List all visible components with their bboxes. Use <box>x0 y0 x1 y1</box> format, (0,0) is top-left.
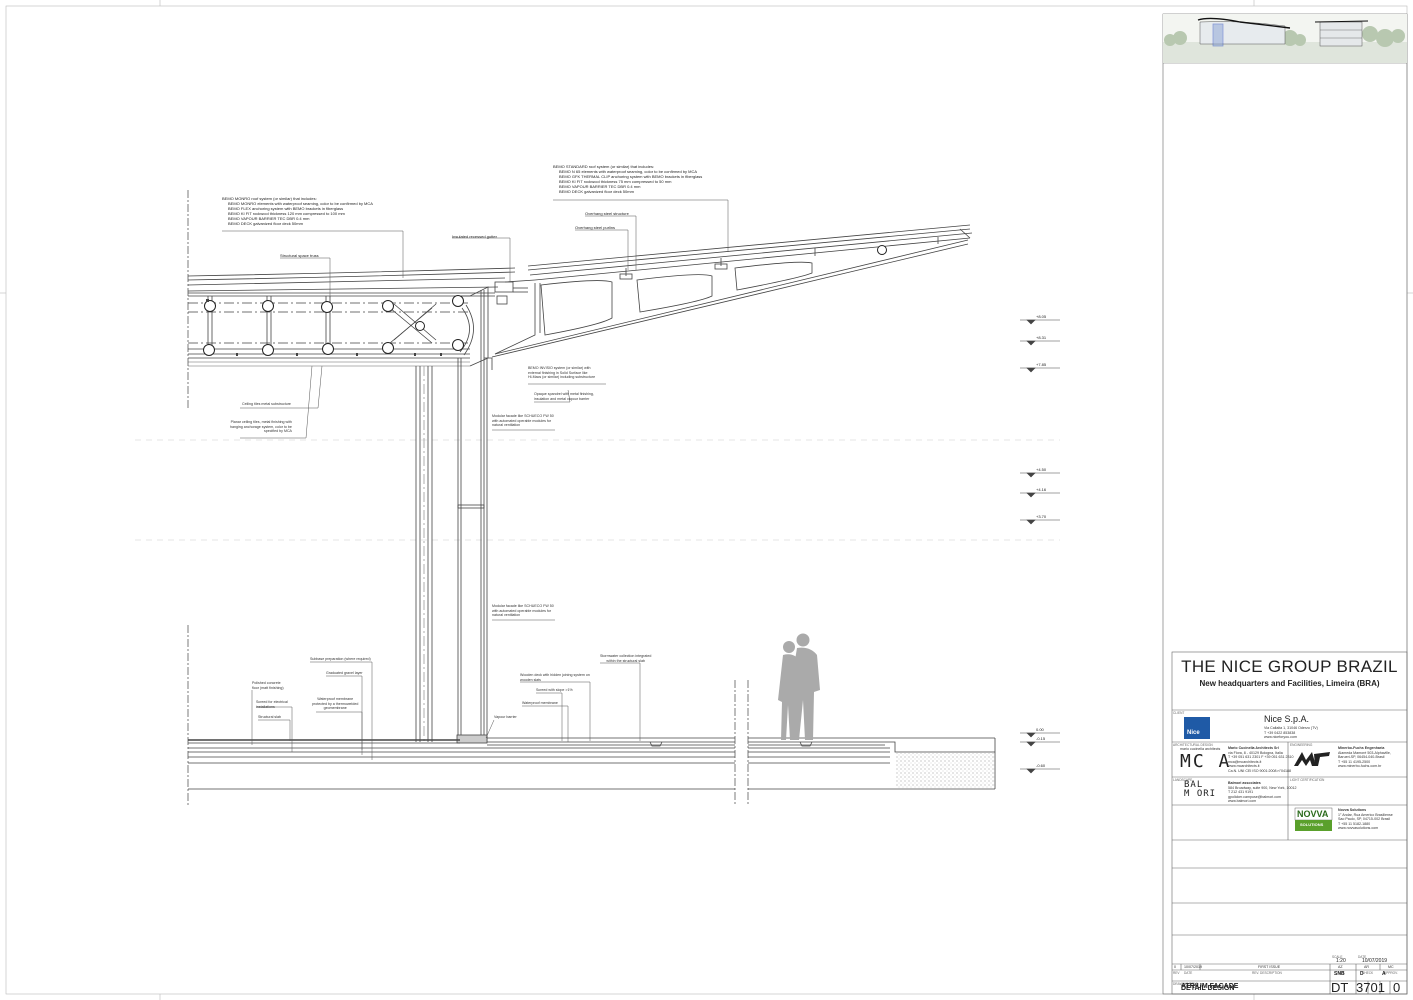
novva-logo-sub: SOLUTIONS <box>1300 822 1324 827</box>
revision-approval: MC <box>1388 965 1394 969</box>
human-silhouettes-icon <box>778 633 820 740</box>
balmori-details: Balmori associates 584 Broadway, suite 9… <box>1228 781 1297 804</box>
title-block-frame <box>1162 13 1408 995</box>
key-plan-thumbnail <box>1163 14 1407 63</box>
level-label: -0.60 <box>1036 763 1046 768</box>
architect-details: Mario Cucinella Architects Srl via Flora… <box>1228 746 1294 773</box>
invisio-note: BEMO INVISIO system (or similar) with ex… <box>528 366 596 380</box>
balmori-logo: BAL M ORI <box>1184 780 1217 799</box>
registration-ticks <box>0 0 1413 1000</box>
code-1: SNB <box>1334 971 1345 977</box>
structural-slab-note: Structural slab <box>258 715 281 719</box>
stormwater-note: Stormwater collection integrated within … <box>600 654 652 663</box>
modular-facade-bottom-note: Modular facade like SCHUECO FW 50 with a… <box>492 604 554 618</box>
engineering-label: ENGINEERING <box>1290 743 1313 747</box>
lighting-label: LIGHT CERTIFICATION <box>1290 778 1325 782</box>
floor-layers <box>188 737 996 790</box>
revision-number: 0 <box>1174 965 1176 969</box>
issue-date: 10/07/2019 <box>1362 958 1388 964</box>
overhang-node <box>877 245 887 255</box>
overhang-roof <box>491 224 973 358</box>
wooden-deck-note: Wooden deck with hidden joining system o… <box>520 673 590 682</box>
membrane-note: Waterproof membrane protected by a therm… <box>312 697 359 711</box>
waterproof-note: Waterproof membrane <box>522 701 558 705</box>
space-truss-note: Structural space truss <box>280 253 319 258</box>
revision-check: AR <box>1364 965 1369 969</box>
level-label: +8.31 <box>1036 335 1047 340</box>
monro-roof-note: BEMO MONRO roof system (or similar) that… <box>222 196 373 226</box>
gutter-note: Insulated recessed gutter <box>452 234 497 239</box>
truss-nodes <box>203 295 464 356</box>
revision-date: 10/07/2019 <box>1184 965 1202 969</box>
level-label: -0.15 <box>1036 736 1046 741</box>
standard-roof-list: BEMO N 65 elements with waterproof seami… <box>559 169 703 194</box>
project-title: THE NICE GROUP BRAZIL <box>1181 657 1398 676</box>
level-label: +8.05 <box>1036 314 1047 319</box>
modular-facade-top-note: Modular facade like SCHUECO FW 50 with a… <box>492 414 554 428</box>
client-address: Via Callalta 1, 31046 Oderzo (TV) T +39 … <box>1264 726 1318 740</box>
polished-concrete-note: Polished concrete floor (matt finishing) <box>252 681 284 690</box>
level-label: +4.50 <box>1036 467 1047 472</box>
leader-lines <box>222 199 729 760</box>
novva-details: Novva Solutions 1° Andar, Rua Americo Br… <box>1338 808 1393 831</box>
revision-author: AZ <box>1338 965 1343 969</box>
overhang-purlins-note: Overhang steel purlins <box>575 225 616 230</box>
screed-slope-note: Screed with slope >1% <box>536 688 573 692</box>
drawing-type: DT <box>1331 980 1349 995</box>
revision-description: FIRST ISSUE <box>1258 965 1281 969</box>
engineer-details: Minerbo-Fuchs Engenharia Alameda Mamoré … <box>1338 746 1391 769</box>
gravel-note: Graduated gravel layer <box>326 671 363 675</box>
code-3: A <box>1382 971 1386 977</box>
section-drawing <box>0 0 1413 1000</box>
ceiling-tiles-note: Planar ceiling tiles, metal finishing wi… <box>230 420 292 434</box>
subbase-note: Subbase preparation (where required) <box>310 657 371 661</box>
level-label: +3.70 <box>1036 514 1047 519</box>
approv-header: APPROV. <box>1384 971 1398 975</box>
vapour-barrier-note: Vapour barrier <box>494 715 517 719</box>
code-2: D <box>1360 971 1364 977</box>
novva-logo: NOVVA <box>1297 809 1329 819</box>
client-name: Nice S.p.A. <box>1264 714 1310 724</box>
standard-roof-note: BEMO STANDARD roof system (or similar) t… <box>553 164 703 194</box>
sheet-border <box>5 5 1408 995</box>
mca-logo: MC A <box>1180 751 1232 772</box>
drawing-title: ATRIUM FACADE <box>1181 983 1239 990</box>
drawing-sheet: BEMO MONRO roof system (or similar) that… <box>0 0 1413 1000</box>
gutter-junction <box>494 281 528 305</box>
drawing-revision: 0 <box>1393 980 1401 995</box>
level-label: +7.85 <box>1036 362 1047 367</box>
level-label: +4.16 <box>1036 487 1047 492</box>
ceiling-metal-note: Ceiling tiles metal substructure <box>242 402 291 406</box>
level-markers <box>1020 319 1060 774</box>
client-label: CLIENT <box>1173 711 1185 715</box>
nice-logo: Nice <box>1187 730 1200 736</box>
screed-electrical-note: Screed for electrical installations <box>256 700 288 709</box>
opaque-spandrel-note: Opaque spandrel with metal finishing, in… <box>534 392 594 401</box>
monro-roof-list: BEMO MONRO elements with waterproof seam… <box>228 201 373 226</box>
space-truss-roof <box>187 267 516 367</box>
section-cut-lines <box>135 439 1060 541</box>
break-lines <box>187 190 749 805</box>
drawing-scale: 1:20 <box>1336 958 1346 964</box>
overhang-steel-note: Overhang steel structure <box>585 211 629 216</box>
project-subtitle: New headquarters and Facilities, Limeira… <box>1199 679 1380 688</box>
date-header: DATE <box>1184 971 1193 975</box>
rev-header: REV <box>1173 971 1180 975</box>
rev-desc-header: REV. DESCRIPTION <box>1252 971 1282 975</box>
level-label: 0.00 <box>1036 727 1044 732</box>
minerbo-fuchs-logo-icon <box>1294 752 1330 766</box>
drawing-number: 3701 <box>1356 980 1385 995</box>
soil-hatch <box>896 753 995 789</box>
